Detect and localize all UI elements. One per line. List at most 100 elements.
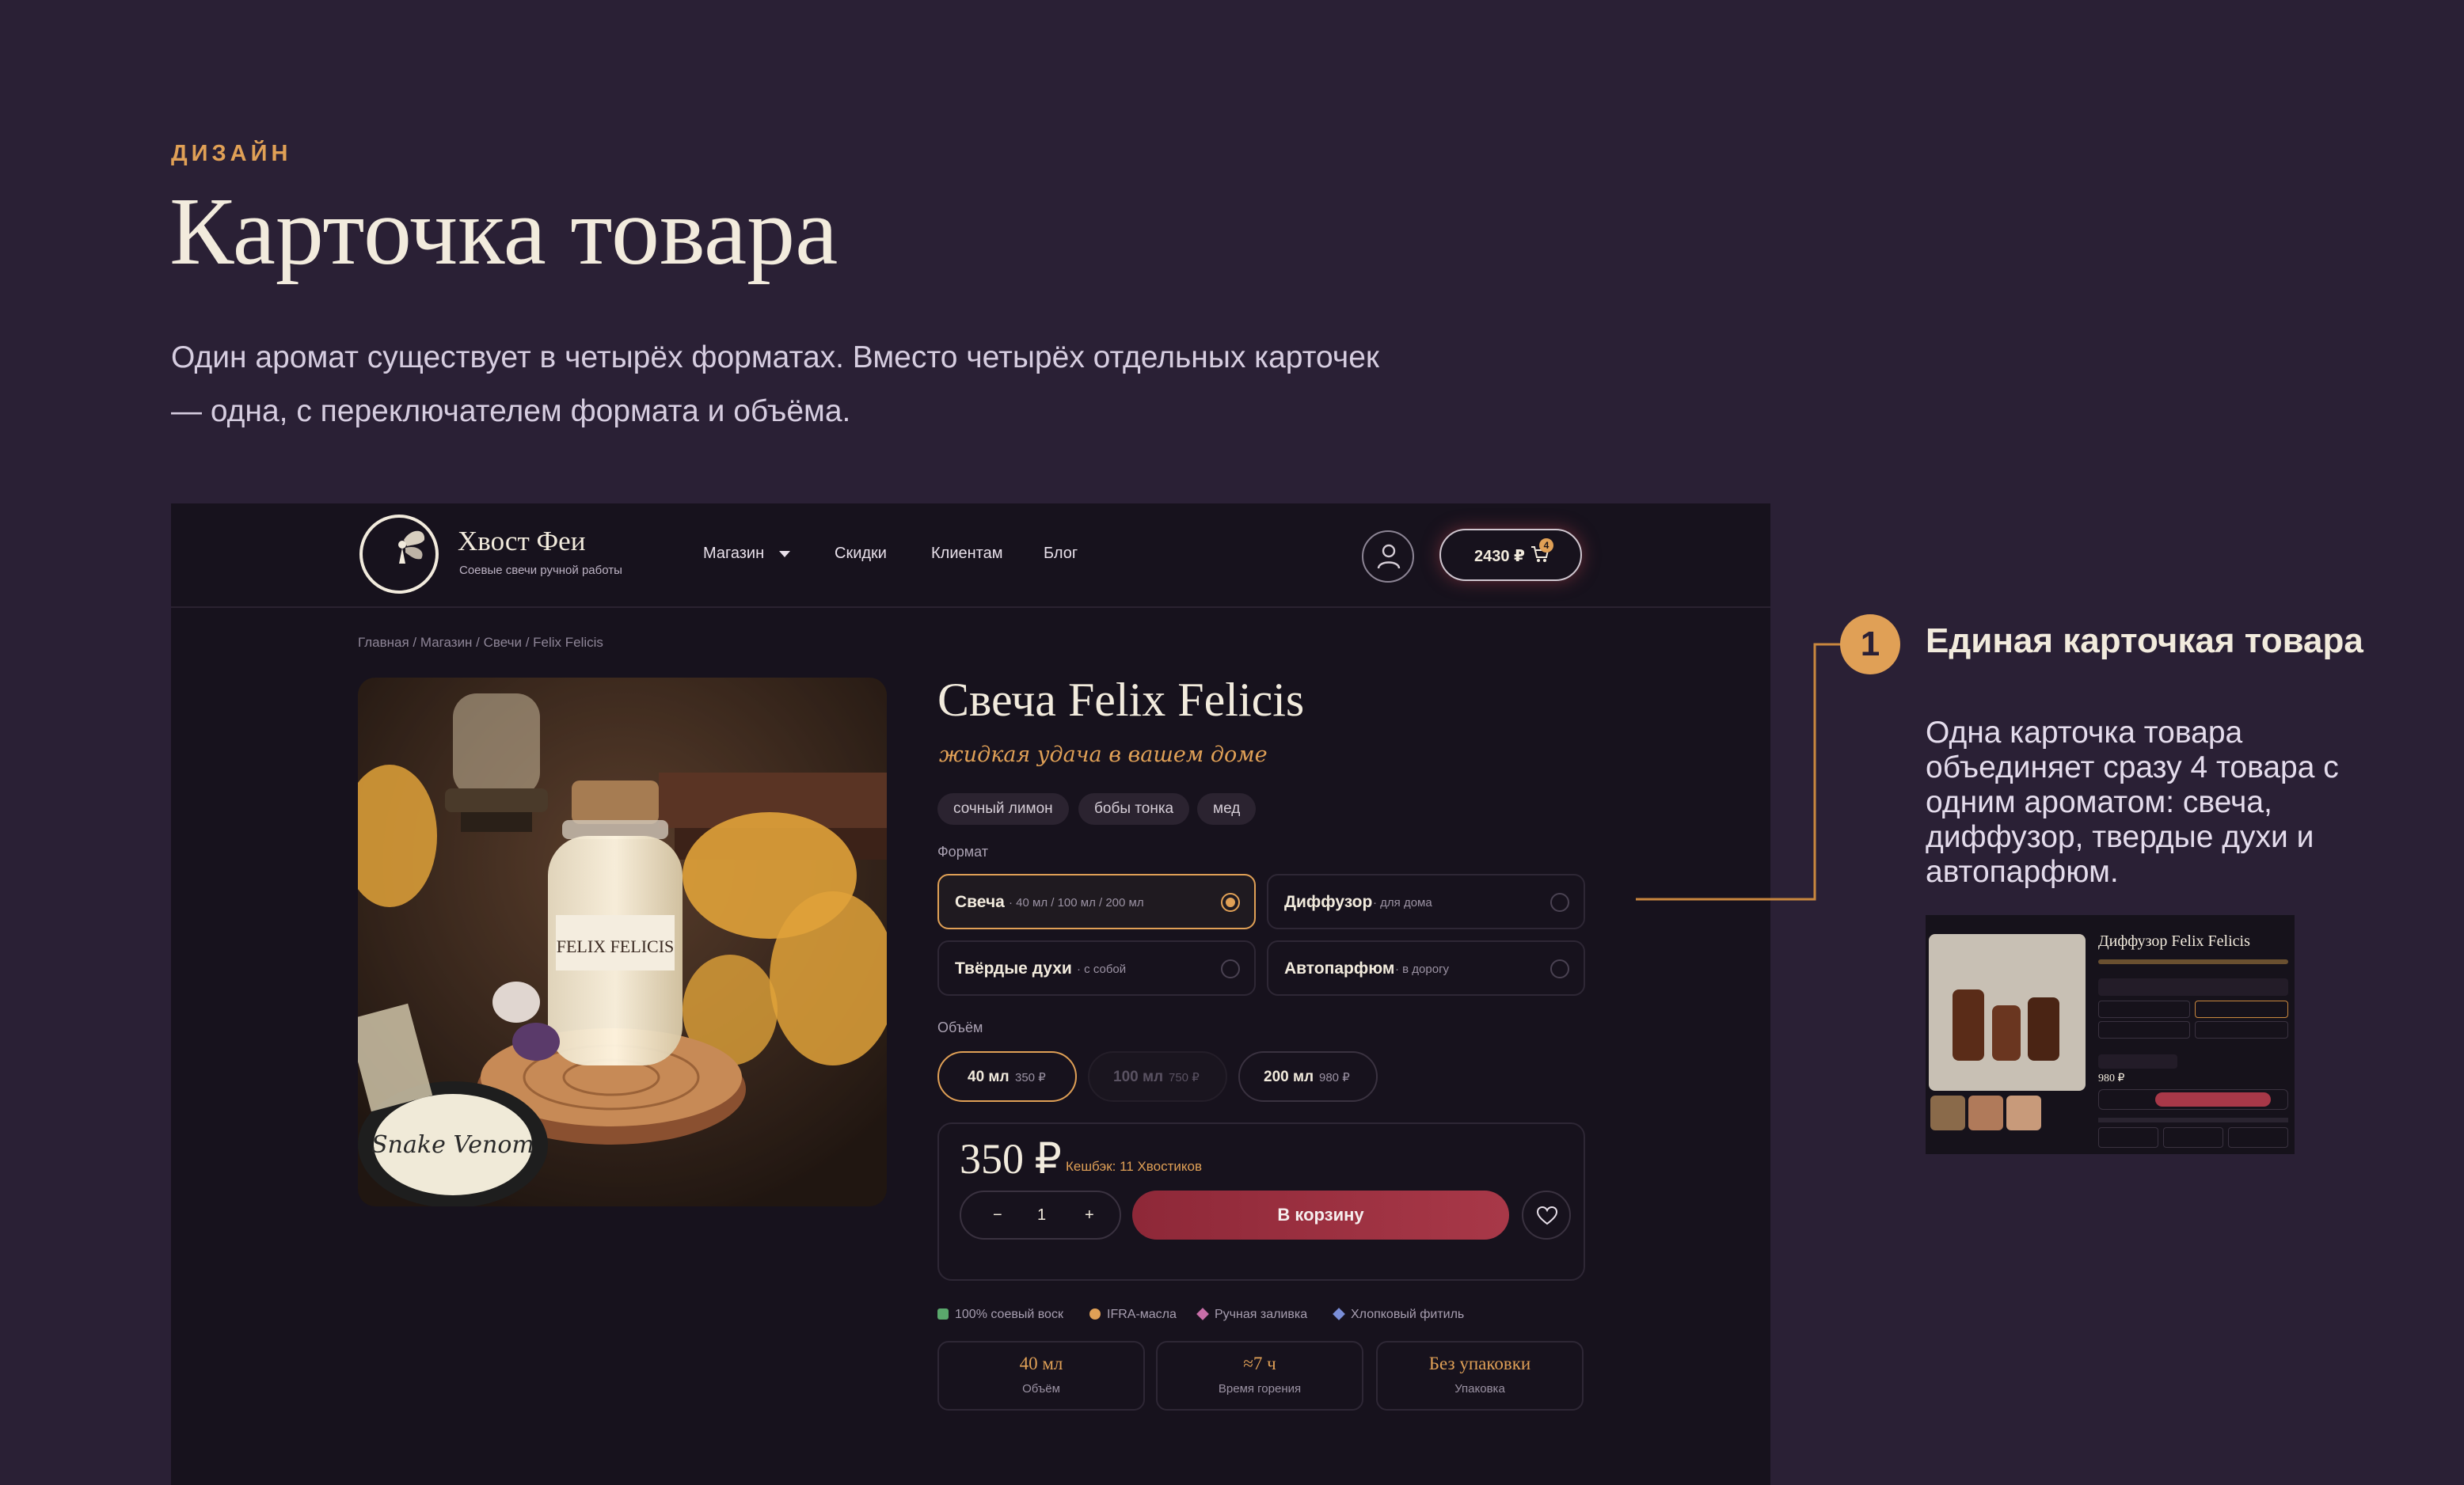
account-button[interactable] (1362, 530, 1414, 583)
feature-item: 100% соевый воск (937, 1308, 1063, 1322)
nav-sale[interactable]: Скидки (835, 545, 887, 563)
format-option-diffuser[interactable]: Диффузор · для дома (1267, 874, 1585, 929)
qty-decrease-button[interactable]: − (993, 1206, 1002, 1225)
format-option-car-perfume[interactable]: Автопарфюм · в дорогу (1267, 940, 1585, 996)
spec-value: ≈7 ч (1243, 1354, 1276, 1373)
add-to-cart-button[interactable]: В корзину (1132, 1191, 1509, 1240)
diamond-icon (1196, 1308, 1209, 1320)
circle-icon (1089, 1308, 1101, 1320)
cart-total: 2430 ₽ (1474, 548, 1525, 565)
radio-icon (1550, 893, 1569, 912)
thumb-cart-button (2155, 1092, 2271, 1107)
volume-label: Объём (937, 1020, 983, 1035)
format-label: Формат (937, 844, 988, 860)
product-photo[interactable]: FELIX FELICIS Snake Venom (358, 678, 887, 1206)
thumb-row (2098, 978, 2288, 996)
volume-option-200[interactable]: 200 мл 980 ₽ (1238, 1051, 1378, 1102)
bottle-shape (2028, 997, 2059, 1061)
nav-shop[interactable]: Магазин (703, 545, 764, 563)
feature-item: IFRA-масла (1089, 1308, 1177, 1322)
logo-tagline: Соевые свечи ручной работы (459, 564, 622, 577)
jar-label: FELIX FELICIS (557, 936, 675, 956)
annotation-text: Одна карточка товара объединяет сразу 4 … (1926, 716, 2339, 889)
thumb-subtitle-line (2098, 959, 2288, 964)
thumb-photo (1929, 934, 2086, 1091)
logo-name[interactable]: Хвост Феи (458, 526, 585, 557)
thumb-features-line (2098, 1118, 2288, 1122)
volume-option-40[interactable]: 40 мл 350 ₽ (937, 1051, 1077, 1102)
feature-item: Хлопковый фитиль (1333, 1308, 1464, 1322)
aroma-tag[interactable]: бобы тонка (1078, 793, 1190, 825)
qty-increase-button[interactable]: + (1085, 1206, 1094, 1225)
thumb-row (2098, 1054, 2177, 1069)
section-kicker: ДИЗАЙН (171, 141, 292, 166)
thumb-gallery-item (1968, 1096, 2003, 1130)
volume-name: 100 мл (1113, 1069, 1164, 1085)
spec-value: Без упаковки (1428, 1354, 1531, 1373)
nav-blog[interactable]: Блог (1044, 545, 1078, 563)
intro-text: Один аромат существует в четырёх формата… (171, 340, 1379, 428)
thumb-price: 980 ₽ (2098, 1073, 2125, 1084)
format-name: Диффузор (1284, 893, 1373, 911)
volume-price: 750 ₽ (1169, 1071, 1200, 1084)
thumb-gallery-item (2006, 1096, 2041, 1130)
buy-box: 350 ₽ Кешбэк: 11 Хвостиков − 1 + В корзи… (937, 1122, 1585, 1281)
volume-price: 350 ₽ (1015, 1071, 1046, 1084)
volume-price: 980 ₽ (1319, 1071, 1350, 1084)
feature-item: Ручная заливка (1196, 1308, 1307, 1322)
thumb-row (2098, 1001, 2190, 1018)
diamond-icon (1333, 1308, 1345, 1320)
aroma-tag[interactable]: сочный лимон (937, 793, 1069, 825)
thumb-spec (2163, 1127, 2223, 1148)
feature-text: IFRA-масла (1107, 1308, 1177, 1321)
spec-value: 40 мл (1019, 1354, 1063, 1373)
radio-icon (1221, 959, 1240, 978)
feature-text: Хлопковый фитиль (1351, 1308, 1465, 1321)
thumb-gallery-item (1930, 1096, 1965, 1130)
site-header: Хвост Феи Соевые свечи ручной работы Маг… (171, 503, 1770, 608)
chevron-down-icon[interactable] (779, 551, 790, 557)
annotation-connector (1636, 643, 1842, 901)
cart-button[interactable]: 2430 ₽ 4 (1439, 529, 1582, 581)
annotation-number: 1 (1840, 614, 1900, 674)
volume-option-100[interactable]: 100 мл 750 ₽ (1088, 1051, 1227, 1102)
format-name: Твёрдые духи (955, 959, 1072, 978)
thumb-spec (2228, 1127, 2288, 1148)
format-option-solid-perfume[interactable]: Твёрдые духи · с собой (937, 940, 1256, 996)
format-hint: · для дома (1373, 896, 1432, 910)
volume-name: 200 мл (1264, 1069, 1314, 1085)
aroma-tag[interactable]: мед (1197, 793, 1257, 825)
format-hint: · 40 мл / 100 мл / 200 мл (1009, 896, 1144, 910)
wishlist-button[interactable] (1522, 1191, 1571, 1240)
bottle-shape (1992, 1005, 2021, 1061)
format-name: Автопарфюм (1284, 959, 1395, 978)
bottle-shape (1953, 989, 1984, 1061)
radio-icon (1550, 959, 1569, 978)
spec-label: Объём (1022, 1382, 1060, 1396)
product-page-mockup: Хвост Феи Соевые свечи ручной работы Маг… (171, 503, 1770, 1485)
product-subtitle: жидкая удача в вашем доме (939, 742, 1268, 767)
thumb-row (2195, 1021, 2288, 1039)
breadcrumb[interactable]: Главная / Магазин / Свечи / Felix Felici… (358, 635, 603, 651)
fairy-moon-icon[interactable] (358, 513, 440, 595)
feature-text: 100% соевый воск (955, 1308, 1063, 1321)
spec-card: ≈7 ч Время горения (1156, 1341, 1363, 1411)
format-option-candle[interactable]: Свеча · 40 мл / 100 мл / 200 мл (937, 874, 1256, 929)
nav-clients[interactable]: Клиентам (931, 545, 1002, 563)
format-name: Свеча (955, 893, 1005, 911)
format-hint: · с собой (1077, 963, 1127, 976)
thumb-title: Диффузор Felix Felicis (2098, 932, 2250, 950)
thumb-row (2195, 1001, 2288, 1018)
heart-icon (1537, 1206, 1557, 1225)
product-price: 350 ₽ (960, 1135, 1062, 1183)
quantity-stepper: − 1 + (960, 1191, 1121, 1240)
qty-value[interactable]: 1 (1037, 1206, 1046, 1225)
product-title: Свеча Felix Felicis (937, 674, 1305, 726)
radio-selected-icon (1221, 893, 1240, 912)
thumb-row (2098, 1021, 2190, 1039)
volume-name: 40 мл (968, 1069, 1010, 1085)
sticker-text: Snake Venom (371, 1131, 534, 1159)
user-icon (1377, 544, 1401, 569)
diffuser-card-thumbnail: Диффузор Felix Felicis 980 ₽ (1926, 915, 2295, 1154)
page-title: Карточка товара (169, 178, 838, 285)
